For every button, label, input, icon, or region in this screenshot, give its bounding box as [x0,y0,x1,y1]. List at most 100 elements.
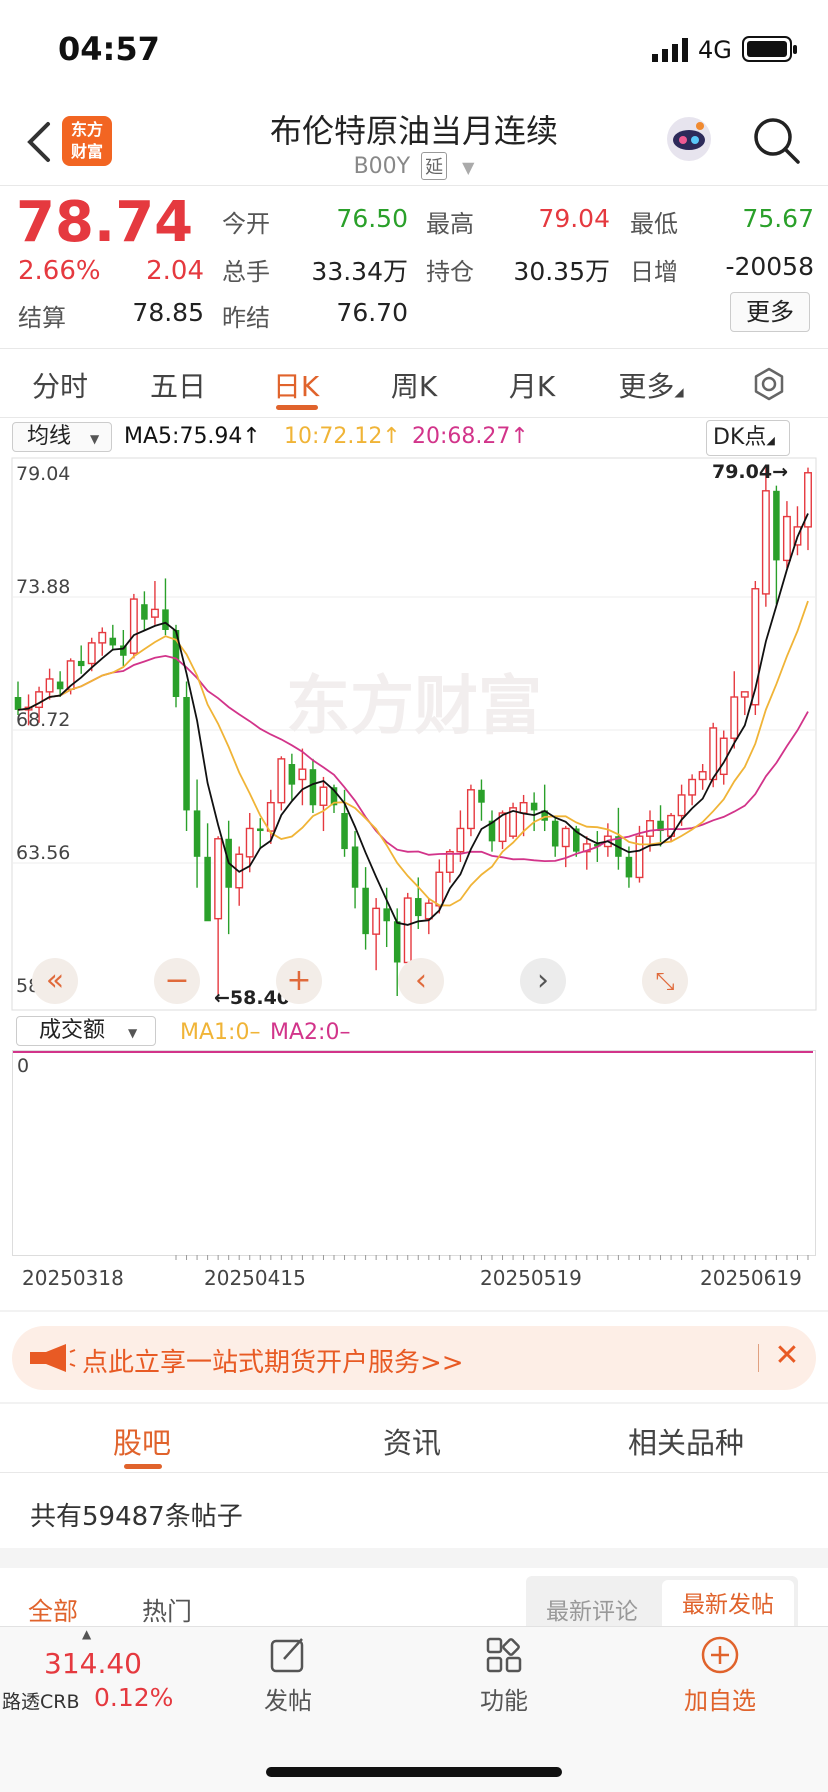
candle-body [424,902,433,920]
network-type: 4G [698,36,732,64]
candle-body [266,801,275,832]
status-bar: 04:57 4G [0,0,828,100]
close-banner-button[interactable]: ✕ [772,1338,802,1373]
megaphone-icon [30,1344,76,1372]
candle-body [77,660,85,667]
candle-body [214,838,223,920]
candle-body [415,898,422,917]
more-quote-button[interactable]: 更多 [730,292,810,332]
tab-monthly-k[interactable]: 月K [482,365,582,405]
candle-body [383,908,390,922]
ma20-label: 20:68.27↑ [412,424,529,449]
section-separator [0,1402,828,1404]
add-watchlist-button[interactable]: 加自选 [660,1635,780,1716]
next-button[interactable]: › [520,958,566,1004]
candle-body [56,681,64,690]
tab-related[interactable]: 相关品种 [586,1420,786,1462]
functions-button[interactable]: 功能 [444,1635,564,1716]
candle-body [141,604,148,620]
tab-more[interactable]: 更多◢ [606,365,696,405]
scroll-left-button[interactable]: « [32,958,78,1004]
sort-latest-post[interactable]: 最新发帖 [662,1580,794,1628]
filter-hot[interactable]: 热门 [142,1592,192,1628]
y-tick-label: 73.88 [16,576,70,598]
zoom-out-button[interactable]: − [154,958,200,1004]
corner-triangle-icon: ◢ [674,385,684,399]
candle-body [288,764,296,785]
tab-intraday[interactable]: 分时 [10,365,110,405]
active-tab-indicator [276,405,318,410]
quote-panel: 78.74 2.66% 2.04 结算 78.85 今开 76.50 最高 79… [16,190,814,332]
candle-body [561,827,570,848]
post-button[interactable]: 发帖 [228,1635,348,1716]
close-icon: ✕ [774,1338,800,1373]
date-label-4: 20250619 [700,1266,802,1290]
tab-daily-k[interactable]: 日K [246,365,346,405]
candle-body [14,697,22,710]
dk-point-button[interactable]: DK点◢ [706,420,790,456]
candle-body [98,631,107,644]
caret-down-icon: ▼ [90,432,100,446]
status-time: 04:57 [58,30,160,68]
change-value: 2.04 [146,256,204,286]
banner-divider [758,1344,759,1372]
day-increase-value: -20058 [725,252,814,281]
candlestick-chart[interactable]: 东方财富79.0473.8868.7263.5658.4079.04→←58.4… [0,456,828,1012]
tab-weekly-k[interactable]: 周K [364,365,464,405]
prev-button[interactable]: ‹ [398,958,444,1004]
candle-body [193,810,201,857]
section-separator [0,1310,828,1312]
max-price-label: 79.04→ [712,461,788,483]
candle-body [709,727,718,781]
battery-icon [742,36,797,62]
candle-body [740,691,749,698]
high-value: 79.04 [538,204,610,233]
nav-header: 东方 财富 布伦特原油当月连续 B00Y 延 ▼ [0,100,828,186]
double-chevron-left-icon: « [45,963,65,998]
robot-assistant-icon[interactable] [664,114,714,164]
tab-five-day[interactable]: 五日 [128,365,228,405]
vol-ma1-label: MA1:0– [180,1020,261,1045]
plus-circle-icon [701,1636,739,1674]
tab-forum[interactable]: 股吧 [42,1420,242,1462]
expand-icon: ⤡ [655,967,675,995]
candle-body [530,802,538,811]
candle-body [109,637,117,646]
home-indicator [266,1767,562,1777]
candle-body [478,789,485,803]
candle-body [698,771,707,781]
last-price: 78.74 [16,190,194,255]
candle-body [782,515,791,562]
tab-news[interactable]: 资讯 [312,1420,512,1462]
date-label-3: 20250519 [480,1266,582,1290]
caret-down-icon: ▼ [128,1026,138,1040]
volume-value: 33.34万 [311,257,408,286]
volume-ma-line [13,1051,813,1053]
candle-body [298,768,307,781]
minus-icon: − [164,963,190,998]
index-name: 路透CRB [2,1691,80,1713]
search-icon[interactable] [752,116,802,166]
candle-body [519,801,528,814]
plus-icon: + [286,963,312,998]
candle-body [45,678,54,693]
sort-latest-comment[interactable]: 最新评论 [546,1592,638,1626]
settings-gear-icon[interactable] [752,367,786,401]
candle-body [277,758,286,804]
candle-body [677,794,686,817]
candle-body [372,907,381,935]
fullscreen-button[interactable]: ⤡ [642,958,688,1004]
indicator-selector[interactable]: 均线 ▼ [12,422,112,452]
volume-indicator-row: 成交额 ▼ MA1:0– MA2:0– [0,1012,828,1052]
volume-selector[interactable]: 成交额 ▼ [16,1016,156,1046]
candle-body [445,850,454,873]
candle-body [183,697,190,811]
indicator-row: 均线 ▼ MA5:75.94↑ 10:72.12↑ 20:68.27↑ DK点◢ [0,418,828,458]
promo-banner[interactable]: 点此立享一站式期货开户服务>> ✕ [12,1326,816,1390]
index-value[interactable]: 314.40 [44,1647,142,1680]
candle-body [87,642,96,665]
section-separator [0,1548,828,1568]
zoom-in-button[interactable]: + [276,958,322,1004]
volume-chart[interactable]: 0 [12,1050,816,1256]
filter-all[interactable]: 全部 [28,1592,78,1628]
